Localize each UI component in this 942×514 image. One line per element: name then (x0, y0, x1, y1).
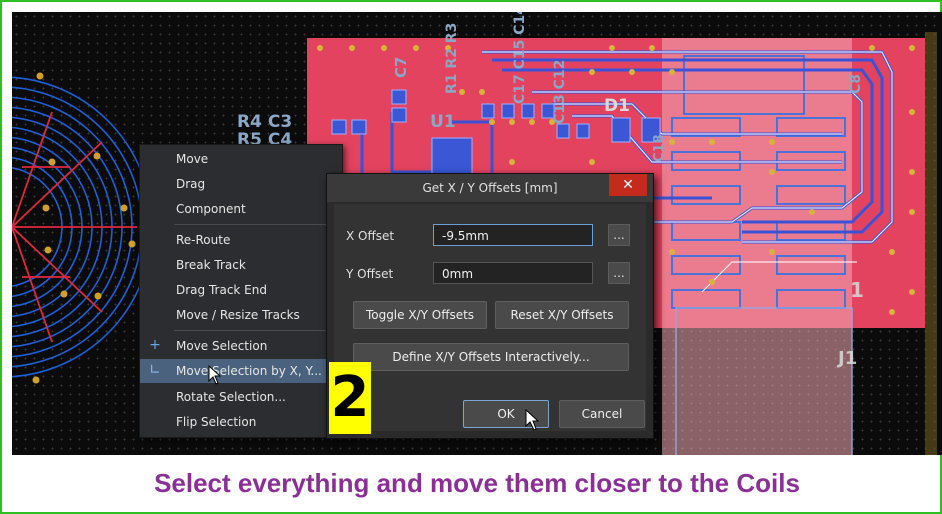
move-cross-icon: + (149, 337, 161, 353)
label-r1-r2-r3: R1 R2 R3 (444, 22, 460, 94)
label-c17-c15-c14: C17 C15 C14 (512, 12, 528, 104)
step-number-badge: 2 (329, 362, 371, 434)
label-c18: C18 (652, 134, 667, 162)
menu-item-move-selection[interactable]: + Move Selection (140, 334, 342, 358)
y-offset-input[interactable]: 0mm (433, 262, 593, 284)
menu-item-move[interactable]: Move (140, 147, 342, 171)
y-offset-label: Y Offset (346, 267, 394, 281)
label-c8: C8 (848, 73, 864, 94)
corner-arrow-icon: ∟ (149, 362, 161, 378)
menu-item-move-resize-tracks[interactable]: Move / Resize Tracks (140, 303, 342, 327)
menu-separator (174, 224, 340, 225)
mouse-cursor-icon (208, 365, 222, 385)
label-r4-c3: R4 C3 (237, 112, 293, 132)
x-offset-label: X Offset (346, 229, 395, 243)
dialog-body: X Offset -9.5mm ... Y Offset 0mm ... Tog… (334, 204, 646, 431)
menu-item-rotate-selection[interactable]: Rotate Selection... (140, 385, 342, 409)
menu-item-break-track[interactable]: Break Track (140, 253, 342, 277)
cancel-button[interactable]: Cancel (559, 400, 645, 428)
menu-item-move-selection-by-xy[interactable]: ∟ Move Selection by X, Y... (140, 359, 342, 385)
label-u1: U1 (430, 112, 456, 132)
label-j1: J1 (838, 348, 858, 369)
label-r5-c4: R5 C4 (237, 130, 293, 144)
close-icon: ✕ (622, 177, 634, 193)
screenshot-frame: R4 C3 R5 C4 U1 D1 J1 1 C7 R1 R2 R3 C17 C… (0, 0, 942, 514)
context-menu: Move Drag Component Re-Route Break Track… (139, 144, 343, 438)
define-offsets-interactively-button[interactable]: Define X/Y Offsets Interactively... (353, 343, 629, 371)
y-offset-browse-button[interactable]: ... (608, 262, 630, 284)
menu-item-drag[interactable]: Drag (140, 172, 342, 196)
ok-button[interactable]: OK (463, 400, 549, 431)
caption-text: Select everything and move them closer t… (154, 468, 800, 498)
label-pin-1: 1 (850, 278, 864, 302)
x-offset-browse-button[interactable]: ... (608, 224, 630, 246)
menu-item-drag-track-end[interactable]: Drag Track End (140, 278, 342, 302)
menu-item-flip-selection[interactable]: Flip Selection (140, 410, 342, 434)
mouse-cursor-icon (525, 409, 540, 431)
toggle-offsets-button[interactable]: Toggle X/Y Offsets (353, 301, 487, 329)
coil-spokes (12, 111, 137, 343)
label-d1: D1 (604, 96, 630, 116)
offsets-dialog: Get X / Y Offsets [mm] ✕ X Offset -9.5mm… (326, 173, 654, 439)
menu-item-re-route[interactable]: Re-Route (140, 228, 342, 252)
close-button[interactable]: ✕ (609, 174, 647, 196)
reset-offsets-button[interactable]: Reset X/Y Offsets (495, 301, 629, 329)
x-offset-input[interactable]: -9.5mm (433, 224, 593, 246)
menu-separator (174, 330, 340, 331)
dialog-title: Get X / Y Offsets [mm] (327, 174, 653, 202)
label-c13-c12: C13 C12 (552, 59, 568, 124)
label-c7: C7 (392, 56, 410, 78)
menu-item-component[interactable]: Component (140, 197, 342, 221)
